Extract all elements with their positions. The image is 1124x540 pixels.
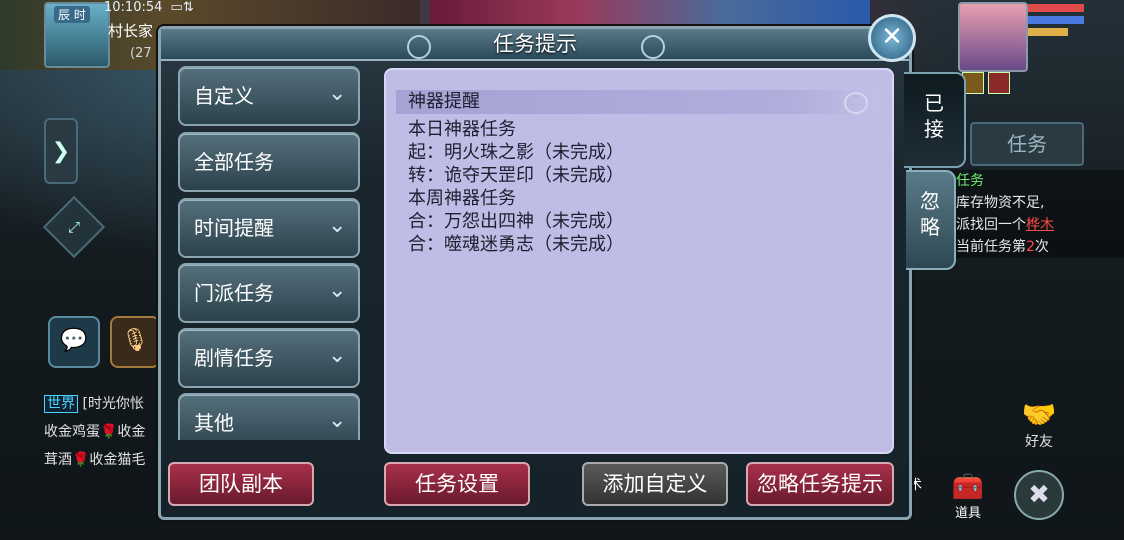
task-tab-button[interactable]: 任务	[970, 122, 1084, 166]
section-header: 神器提醒	[396, 90, 880, 114]
buff-icon[interactable]	[988, 72, 1010, 94]
friends-label: 好友	[1025, 434, 1053, 450]
dialog-title: 任务提示	[493, 32, 577, 56]
chevron-right-icon: ❯	[51, 138, 71, 164]
dialog-close-button[interactable]: ✕	[868, 14, 916, 62]
task-content-panel[interactable]: 神器提醒 本日神器任务 起：明火珠之影（未完成） 转：诡夺天罡印（未完成） 本周…	[384, 68, 894, 454]
cloud-ornament-icon	[844, 92, 868, 114]
chevron-down-icon: ⌄	[328, 408, 347, 433]
task-text: 当前任务第	[956, 239, 1026, 255]
task-line: 当前任务第2次	[956, 236, 1124, 258]
scroll-ornament-icon	[407, 35, 431, 59]
menu-item-label: 其他	[194, 411, 234, 435]
expand-arrow-button[interactable]: ❯	[44, 118, 78, 184]
section-title: 神器提醒	[408, 91, 480, 112]
list-item: 转：诡夺天罡印（未完成）	[408, 165, 624, 186]
task-category-menu[interactable]: 自定义 ⌄ 全部任务 时间提醒 ⌄ 门派任务 ⌄ 剧情任务 ⌄ 其他 ⌄	[178, 66, 360, 440]
list-item: 本周神器任务	[408, 188, 516, 209]
add-custom-button[interactable]: 添加自定义	[582, 462, 728, 506]
chat-line: 收金鸡蛋🌹收金	[44, 424, 146, 440]
tab-label: 已接	[924, 91, 944, 141]
task-settings-button[interactable]: 任务设置	[384, 462, 530, 506]
tab-label: 忽略	[920, 189, 940, 239]
chat-bubble-icon: 💬	[60, 328, 88, 353]
items-button[interactable]: 🧰 道具	[948, 472, 988, 521]
close-icon: ✕	[881, 22, 903, 52]
menu-item-time-reminder[interactable]: 时间提醒 ⌄	[178, 198, 360, 258]
task-line: 派找回一个桦木	[956, 214, 1124, 236]
task-title: 任务	[956, 173, 984, 189]
close-menu-button[interactable]: ✖	[1014, 470, 1064, 520]
menu-item-other[interactable]: 其他 ⌄	[178, 393, 360, 440]
menu-item-label: 全部任务	[194, 150, 274, 174]
close-icon: ✖	[1028, 480, 1050, 510]
task-line: 库存物资不足,	[956, 195, 1045, 211]
chat-button[interactable]: 💬	[48, 316, 100, 368]
menu-item-label: 时间提醒	[194, 216, 274, 240]
hp-bar	[1028, 4, 1084, 12]
chat-log[interactable]: 世界 [时光你怅 收金鸡蛋🌹收金 茸酒🌹收金猫毛	[44, 390, 145, 474]
tab-ignored[interactable]: 忽略	[906, 170, 956, 270]
hp-mp-bars	[1028, 4, 1084, 40]
player-level: (27	[130, 46, 152, 61]
task-list: 本日神器任务 起：明火珠之影（未完成） 转：诡夺天罡印（未完成） 本周神器任务 …	[408, 118, 624, 256]
chat-text: [时光你怅	[82, 396, 144, 412]
dialog-title-bar: 任务提示	[161, 29, 909, 61]
menu-item-story-tasks[interactable]: 剧情任务 ⌄	[178, 328, 360, 388]
chevron-down-icon: ⌄	[328, 278, 347, 303]
team-dungeon-button[interactable]: 团队副本	[168, 462, 314, 506]
chevron-down-icon: ⌄	[328, 343, 347, 368]
handshake-icon: 🤝	[1021, 398, 1057, 431]
time-period-label: 辰 时	[54, 6, 90, 23]
clock: 10:10:54	[104, 0, 163, 15]
menu-item-custom[interactable]: 自定义 ⌄	[178, 66, 360, 126]
chevron-down-icon: ⌄	[328, 213, 347, 238]
scroll-ornament-icon	[641, 35, 665, 59]
time-avatar[interactable]: 辰 时	[44, 2, 110, 68]
chat-line: 世界 [时光你怅	[44, 390, 145, 418]
task-count: 2	[1026, 239, 1035, 255]
list-item: 本日神器任务	[408, 119, 516, 140]
player-name: 村长家	[108, 22, 154, 40]
status-bar: 10:10:54 ▭⇅	[104, 0, 194, 15]
expand-arrows-icon: ⤢	[67, 218, 80, 236]
menu-item-sect-tasks[interactable]: 门派任务 ⌄	[178, 263, 360, 323]
list-item: 合：噬魂迷勇志（未完成）	[408, 234, 624, 255]
microphone-icon: 🎙	[121, 328, 149, 353]
chat-line: 茸酒🌹收金猫毛	[44, 452, 146, 468]
menu-item-label: 门派任务	[194, 281, 274, 305]
list-item: 合：万怨出四神（未完成）	[408, 211, 624, 232]
mp-bar	[1028, 16, 1084, 24]
tab-accepted[interactable]: 已接	[904, 72, 966, 168]
menu-item-label: 自定义	[194, 84, 254, 108]
task-tracker[interactable]: 任务 库存物资不足, 派找回一个桦木 当前任务第2次	[950, 170, 1124, 258]
task-text: 次	[1034, 239, 1049, 255]
task-text: 派找回一个	[956, 217, 1026, 233]
voice-button[interactable]: 🎙	[110, 316, 160, 368]
list-item: 起：明火珠之影（未完成）	[408, 142, 624, 163]
battery-icon: ▭⇅	[170, 0, 194, 15]
ignore-task-tips-button[interactable]: 忽略任务提示	[746, 462, 894, 506]
items-label: 道具	[954, 506, 981, 521]
task-link[interactable]: 桦木	[1026, 217, 1054, 233]
menu-item-all-tasks[interactable]: 全部任务	[178, 132, 360, 192]
chest-icon: 🧰	[951, 472, 985, 502]
party-member-avatar[interactable]	[958, 2, 1028, 72]
menu-item-label: 剧情任务	[194, 346, 274, 370]
channel-tag: 世界	[44, 395, 78, 413]
anger-bar	[1028, 28, 1068, 36]
friends-button[interactable]: 🤝 好友	[1016, 398, 1062, 451]
chevron-down-icon: ⌄	[328, 81, 347, 106]
